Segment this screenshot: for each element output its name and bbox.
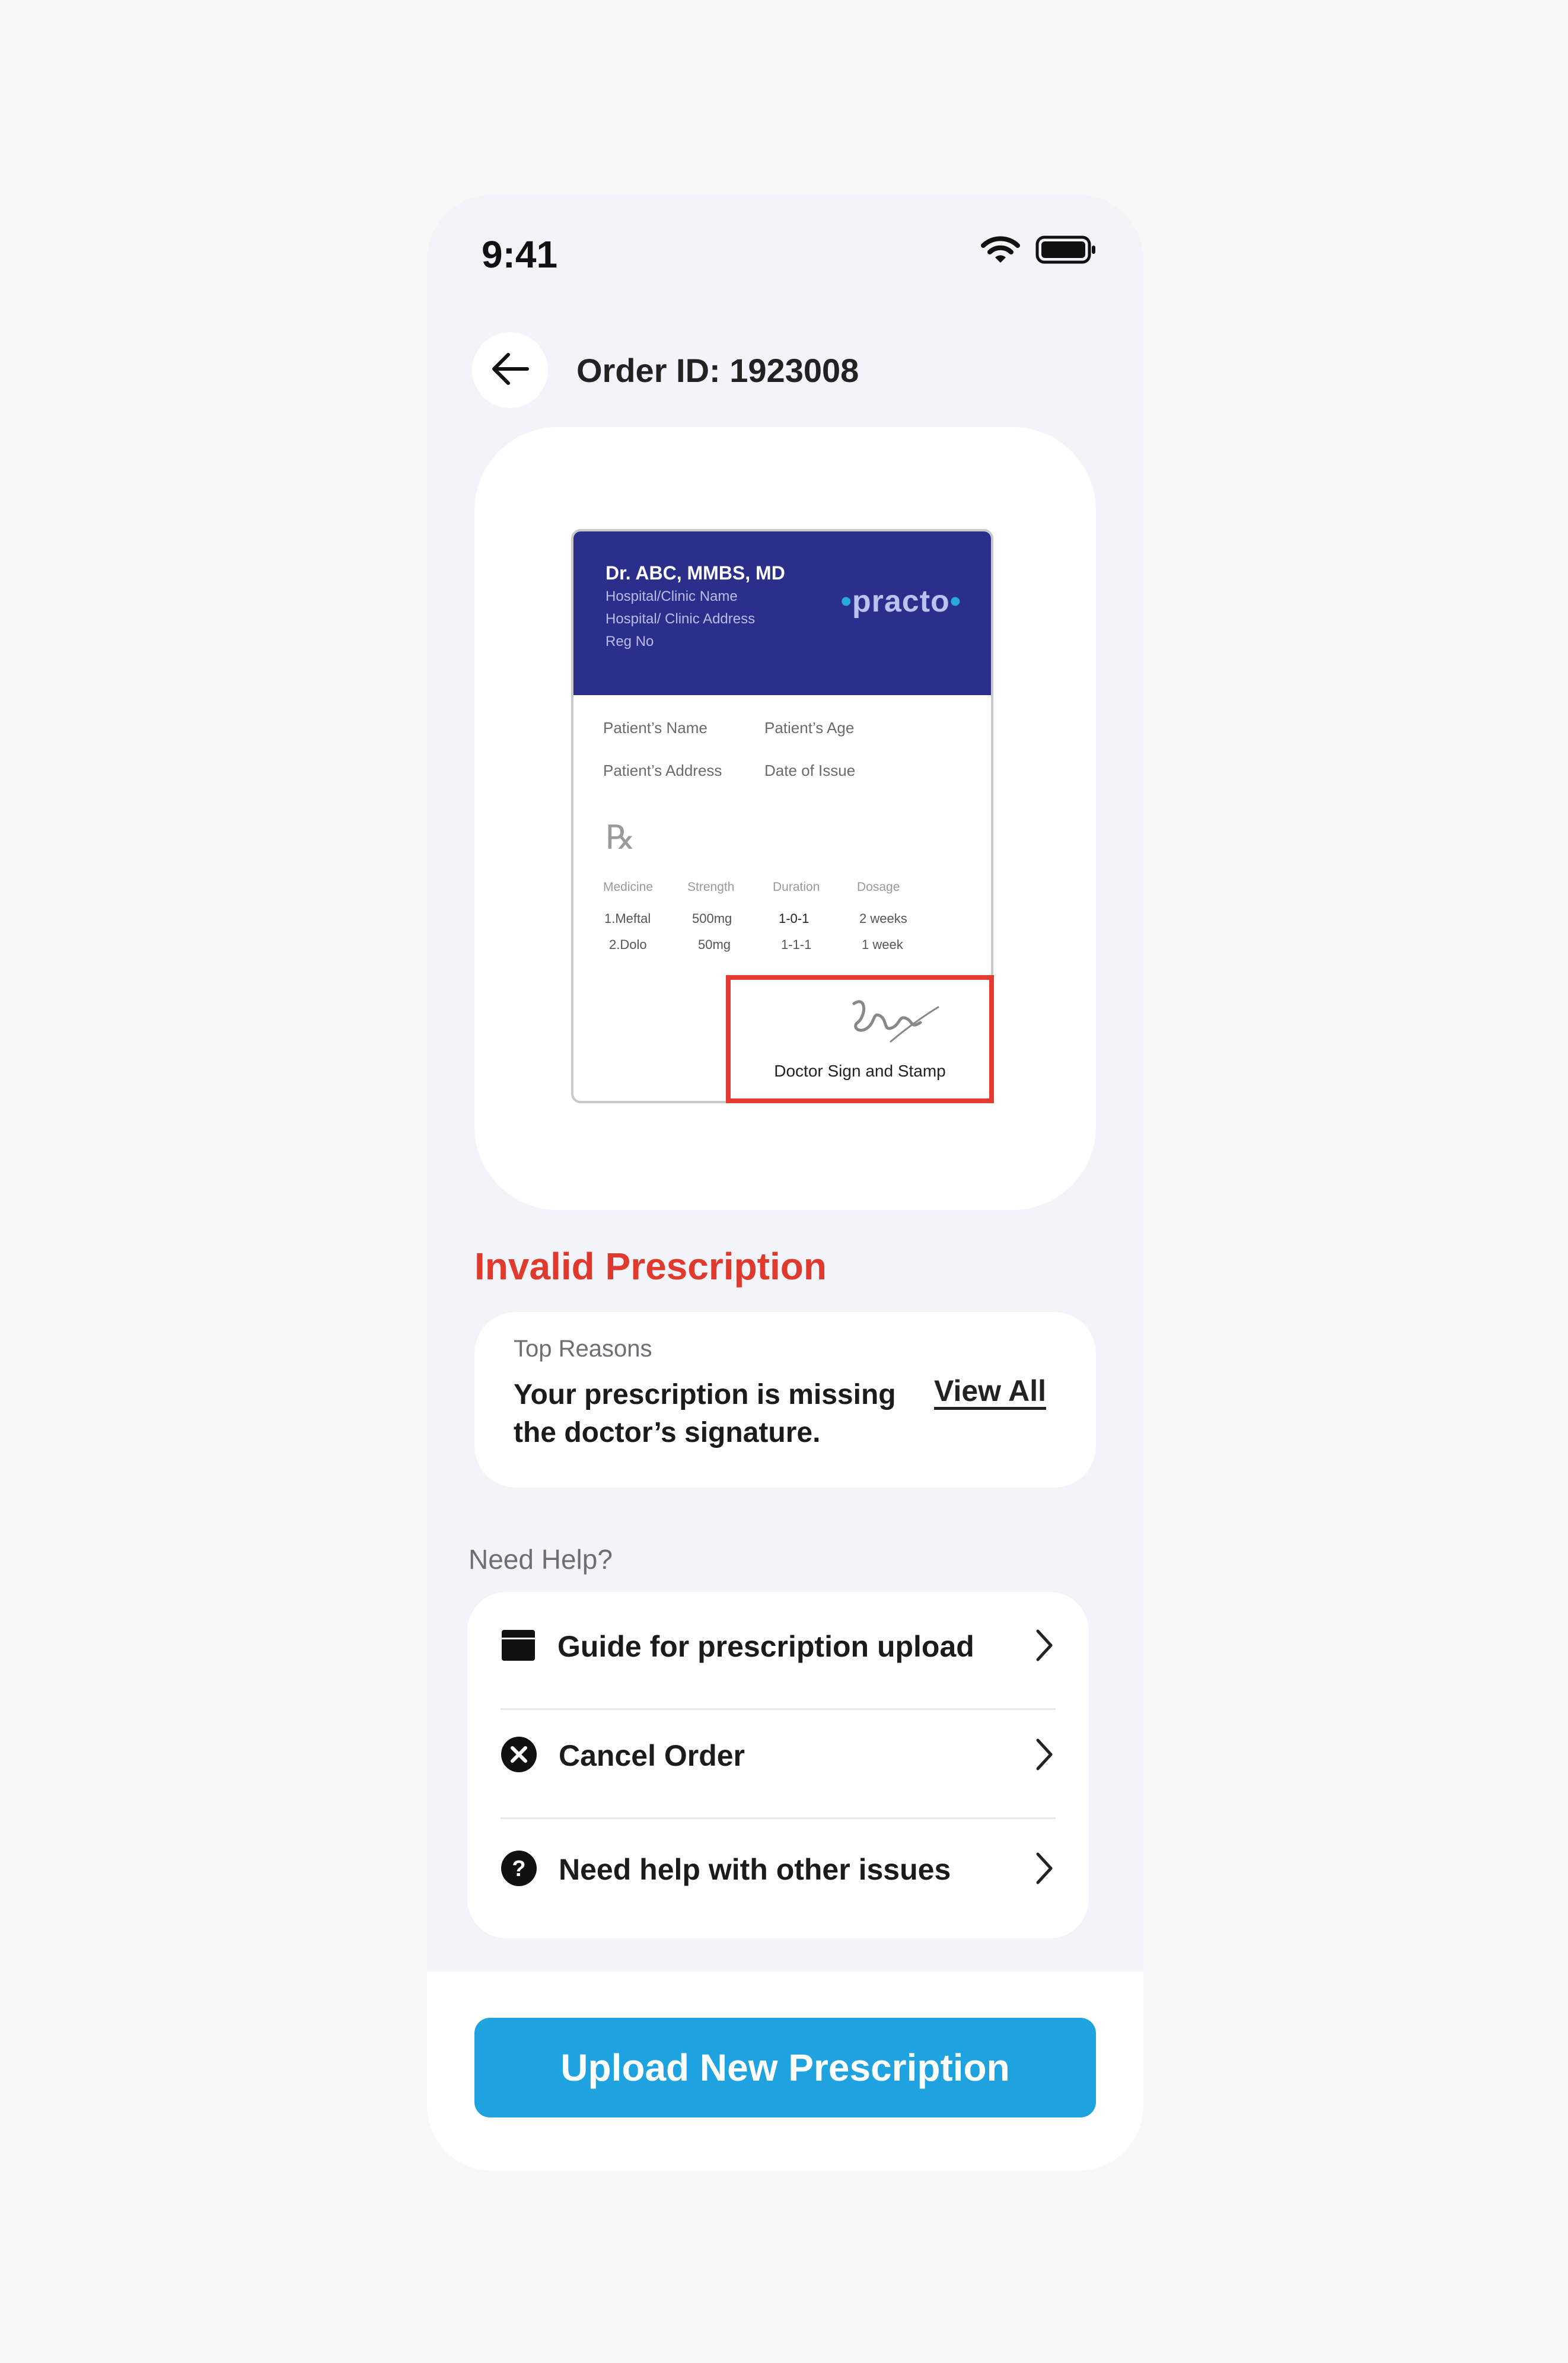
top-reasons-card: Top Reasons Your prescription is missing…	[474, 1312, 1096, 1488]
row-1-dosage: 2 weeks	[859, 911, 907, 926]
help-divider	[501, 1708, 1056, 1710]
chevron-right-icon	[1032, 1628, 1056, 1666]
row-1-strength: 500mg	[692, 911, 732, 926]
calendar-icon	[501, 1628, 536, 1666]
upload-new-prescription-button[interactable]: Upload New Prescription	[474, 2018, 1096, 2117]
hospital-name: Hospital/Clinic Name	[605, 588, 738, 604]
order-title: Order ID: 1923008	[576, 352, 859, 389]
wifi-icon	[981, 235, 1020, 267]
patient-name-label: Patient’s Name	[603, 719, 707, 737]
row-2-dosage: 1 week	[862, 937, 903, 952]
row-2-medicine: 2.Dolo	[609, 937, 647, 952]
rx-symbol: ℞	[605, 819, 636, 857]
row-1-duration: 1-0-1	[779, 911, 810, 926]
doctor-name: Dr. ABC, MMBS, MD	[605, 562, 785, 584]
phone-screen: 9:41 Order ID: 1923008 Dr. ABC, MMBS, MD…	[427, 195, 1143, 2171]
help-item-label: Cancel Order	[559, 1739, 745, 1772]
question-circle-icon: ?	[501, 1850, 537, 1890]
arrow-left-icon	[490, 352, 530, 389]
doctor-sign-highlight: Doctor Sign and Stamp	[726, 975, 994, 1103]
hospital-address: Hospital/ Clinic Address	[605, 611, 756, 627]
help-item-label: Guide for prescription upload	[557, 1630, 974, 1663]
svg-text:?: ?	[512, 1856, 525, 1881]
signature-icon	[849, 993, 944, 1049]
patient-address-label: Patient’s Address	[603, 762, 722, 779]
chevron-right-icon	[1032, 1737, 1056, 1775]
help-options-card: Guide for prescription upload Cancel Ord…	[467, 1592, 1089, 1938]
back-button[interactable]	[472, 332, 548, 408]
date-of-issue-label: Date of Issue	[764, 762, 856, 779]
help-item-prescription-guide[interactable]: Guide for prescription upload	[501, 1628, 1056, 1665]
reg-no: Reg No	[605, 633, 654, 649]
column-strength: Strength	[687, 880, 735, 894]
chevron-right-icon	[1032, 1851, 1056, 1889]
view-all-link[interactable]: View All	[934, 1374, 1046, 1408]
status-icons	[981, 235, 1097, 267]
help-item-cancel-order[interactable]: Cancel Order	[501, 1736, 1056, 1776]
row-2-duration: 1-1-1	[781, 937, 812, 952]
bottom-action-bar: Upload New Prescription	[427, 1972, 1143, 2171]
row-1-medicine: 1.Meftal	[604, 911, 651, 926]
practo-logo: •practo•	[840, 584, 961, 619]
invalid-prescription-title: Invalid Prescription	[474, 1245, 827, 1288]
help-item-other-issues[interactable]: ? Need help with other issues	[501, 1850, 1056, 1890]
column-duration: Duration	[773, 880, 820, 894]
help-item-label: Need help with other issues	[559, 1853, 951, 1886]
column-dosage: Dosage	[857, 880, 900, 894]
need-help-label: Need Help?	[469, 1544, 613, 1575]
help-divider	[501, 1817, 1056, 1819]
patient-age-label: Patient’s Age	[764, 719, 855, 737]
reason-text: Your prescription is missing the doctor’…	[514, 1379, 896, 1448]
column-medicine: Medicine	[603, 880, 654, 894]
row-2-strength: 50mg	[698, 937, 731, 952]
close-circle-icon	[501, 1736, 537, 1776]
status-time: 9:41	[482, 233, 558, 276]
top-reasons-label: Top Reasons	[514, 1336, 652, 1362]
battery-icon	[1035, 235, 1097, 267]
doctor-sign-label: Doctor Sign and Stamp	[774, 1062, 946, 1080]
prescription-header: Dr. ABC, MMBS, MD Hospital/Clinic Name H…	[573, 531, 991, 695]
